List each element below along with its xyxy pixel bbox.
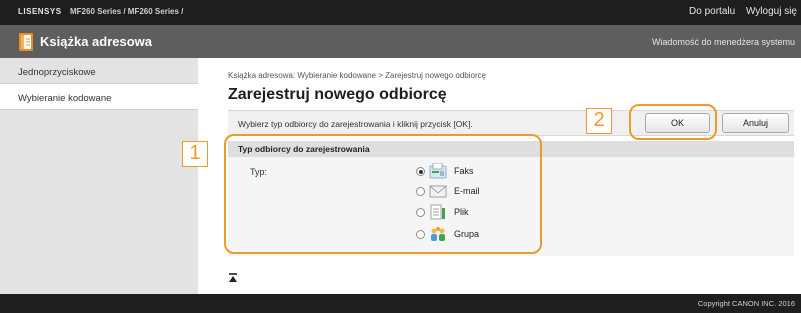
- ok-button[interactable]: OK: [645, 113, 710, 133]
- sidebar: Jednoprzyciskowe Wybieranie kodowane: [0, 58, 198, 294]
- portal-link[interactable]: Do portalu: [689, 6, 735, 17]
- message-to-admin-link[interactable]: Wiadomość do menedżera systemu: [652, 37, 795, 47]
- app-header: Książka adresowa Wiadomość do menedżera …: [0, 25, 801, 58]
- sidebar-item-coded-dial[interactable]: Wybieranie kodowane: [0, 84, 198, 110]
- callout-number-2: 2: [586, 108, 612, 134]
- address-book-icon: [19, 33, 33, 51]
- sidebar-item-one-touch[interactable]: Jednoprzyciskowe: [0, 58, 198, 84]
- logout-link[interactable]: Wyloguj się: [746, 6, 797, 17]
- brand-logo: LISENSYS: [18, 7, 62, 16]
- cancel-button[interactable]: Anuluj: [722, 113, 789, 133]
- sidebar-item-label: Wybieranie kodowane: [18, 93, 112, 104]
- app-title: Książka adresowa: [40, 34, 153, 49]
- section-callout-highlight: [224, 134, 542, 254]
- scroll-to-top-icon[interactable]: [228, 273, 238, 283]
- breadcrumb: Książka adresowa: Wybieranie kodowane > …: [228, 71, 487, 80]
- copyright-text: Copyright CANON INC. 2016: [697, 299, 795, 308]
- device-name: MF260 Series / MF260 Series /: [70, 7, 184, 16]
- instruction-text: Wybierz typ odbiorcy do zarejestrowania …: [238, 119, 473, 129]
- callout-number-1: 1: [182, 141, 208, 167]
- sidebar-item-label: Jednoprzyciskowe: [18, 67, 96, 78]
- top-links: Do portalu Wyloguj się: [681, 6, 797, 17]
- page-title: Zarejestruj nowego odbiorcę: [228, 86, 447, 103]
- top-bar: LISENSYS MF260 Series / MF260 Series / D…: [0, 0, 801, 25]
- footer: Copyright CANON INC. 2016: [0, 294, 801, 313]
